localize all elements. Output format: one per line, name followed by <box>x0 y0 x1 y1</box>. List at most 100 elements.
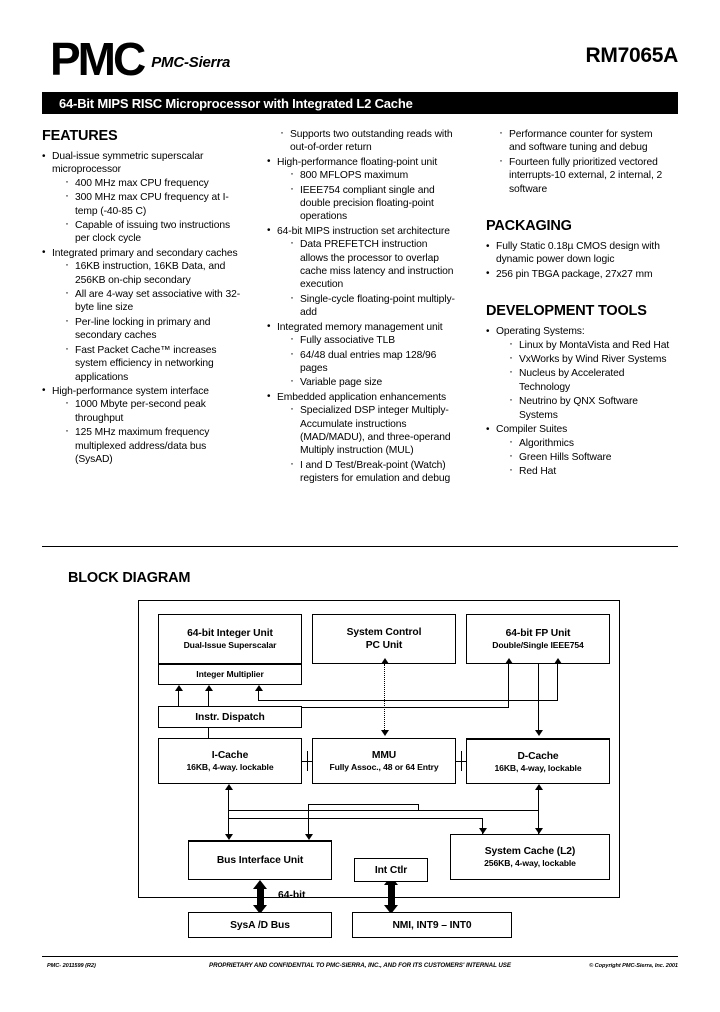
devtool-sublist: Linux by MontaVista and Red Hat VxWorks … <box>496 337 671 422</box>
block-title: 64-bit Integer Unit <box>187 628 273 639</box>
footer-divider <box>42 956 678 957</box>
block-title: I-Cache <box>211 750 249 761</box>
arrow-up-icon <box>553 658 562 664</box>
block-d-cache: D-Cache 16KB, 4-way, lockable <box>466 738 610 784</box>
block-sysad-bus: SysA /D Bus <box>188 912 332 938</box>
feature-text: High-performance floating-point unit <box>277 156 438 168</box>
devtool-subitem: VxWorks by Wind River Systems <box>508 351 671 366</box>
bidirectional-arrow-sysad <box>253 880 267 914</box>
feature-sublist: Fully associative TLB 64/48 dual entries… <box>277 332 458 390</box>
logo-wordmark: PMC <box>50 33 146 85</box>
connector-line <box>208 696 210 706</box>
connector-line <box>418 804 420 810</box>
devtool-subitem: Green Hills Software <box>508 449 671 464</box>
feature-subitem: 300 MHz max CPU frequency at I-temp (-40… <box>64 189 245 218</box>
block-integer-unit: 64-bit Integer Unit Dual-Issue Superscal… <box>158 614 302 664</box>
arrow-up-icon <box>380 658 389 664</box>
arrow-up-icon <box>534 784 543 790</box>
features-orphan-sublist-3: Performance counter for system and softw… <box>486 126 671 196</box>
feature-subitem: Single-cycle floating-point multiply-add <box>289 291 458 320</box>
devtool-text: Compiler Suites <box>496 424 568 436</box>
devtool-subitem: Linux by MontaVista and Red Hat <box>508 337 671 352</box>
feature-text: Embedded application enhancements <box>277 391 447 403</box>
block-subtitle: 16KB, 4-way, lockable <box>494 762 582 773</box>
feature-subitem: Capable of issuing two instructions per … <box>64 217 245 246</box>
connector-line <box>308 804 418 806</box>
features-columns: FEATURES Dual-issue symmetric superscala… <box>42 126 682 487</box>
development-tools-list: Operating Systems: Linux by MontaVista a… <box>486 325 671 478</box>
devtool-subitem: Red Hat <box>508 463 671 478</box>
connector-line <box>508 664 510 708</box>
datasheet-page: PMC PMC-Sierra RM7065A 64-Bit MIPS RISC … <box>0 0 720 1012</box>
feature-item: Embedded application enhancements Specia… <box>267 390 458 486</box>
block-subtitle: Fully Assoc., 48 or 64 Entry <box>329 762 439 772</box>
feature-subitem: 125 MHz maximum frequency multiplexed ad… <box>64 424 245 466</box>
packaging-list: Fully Static 0.18µ CMOS design with dyna… <box>486 240 671 282</box>
feature-subitem: Fast Packet Cache™ increases system effi… <box>64 342 245 384</box>
feature-subitem: All are 4-way set associative with 32-by… <box>64 286 245 315</box>
block-system-control: System Control PC Unit <box>312 614 456 664</box>
features-column-2: Supports two outstanding reads with out-… <box>255 126 468 487</box>
block-title: D-Cache <box>517 750 559 762</box>
feature-sublist: 16KB instruction, 16KB Data, and 256KB o… <box>52 258 245 384</box>
feature-item: 64-bit MIPS instruction set architecture… <box>267 224 458 320</box>
connector-line <box>228 810 538 812</box>
connector-line <box>208 691 210 697</box>
block-title: System Control <box>346 627 422 638</box>
feature-text: High-performance system interface <box>52 385 209 397</box>
block-nmi-int-bus: NMI, INT9 – INT0 <box>352 912 512 938</box>
block-subtitle: 16KB, 4-way. lockable <box>186 762 274 772</box>
connector-line <box>258 691 260 701</box>
arrow-up-icon <box>204 685 213 691</box>
features-column-1: FEATURES Dual-issue symmetric superscala… <box>42 128 255 487</box>
connector-line <box>178 691 180 706</box>
logo-subtext: PMC-Sierra <box>151 54 231 72</box>
block-diagram-heading: BLOCK DIAGRAM <box>68 570 191 586</box>
block-int-ctlr: Int Ctlr <box>354 858 428 882</box>
feature-item: High-performance system interface 1000 M… <box>42 384 245 466</box>
feature-subitem: Variable page size <box>289 374 458 389</box>
feature-subitem: 400 MHz max CPU frequency <box>64 175 245 190</box>
features-column-3: Performance counter for system and softw… <box>468 126 681 487</box>
feature-sublist: 1000 Mbyte per-second peak throughput 12… <box>52 396 245 466</box>
section-divider <box>42 546 678 547</box>
feature-sublist: Specialized DSP integer Multiply-Accumul… <box>277 402 458 486</box>
arrow-up-icon <box>504 658 513 664</box>
block-integer-multiplier: Integer Multiplier <box>158 664 302 685</box>
devtool-subitem: Algorithmics <box>508 434 671 450</box>
feature-subitem: Data PREFETCH instruction allows the pro… <box>289 236 458 292</box>
connector-line <box>538 664 540 730</box>
features-list-2: High-performance floating-point unit 800… <box>267 155 458 486</box>
feature-subitem: 16KB instruction, 16KB Data, and 256KB o… <box>64 258 245 287</box>
feature-subitem: Supports two outstanding reads with out-… <box>279 126 458 155</box>
bus-width-label: 64-bit <box>278 890 306 901</box>
feature-subitem: I and D Test/Break-point (Watch) registe… <box>289 457 458 486</box>
feature-item: Integrated primary and secondary caches … <box>42 246 245 384</box>
devtool-sublist: Algorithmics Green Hills Software Red Ha… <box>496 434 671 479</box>
block-system-cache-l2: System Cache (L2) 256KB, 4-way, lockable <box>450 834 610 880</box>
feature-text: Dual-issue symmetric superscalar micropr… <box>52 151 204 176</box>
feature-subitem: Fully associative TLB <box>289 332 458 347</box>
block-i-cache: I-Cache 16KB, 4-way. lockable <box>158 738 302 784</box>
feature-subitem: 800 MFLOPS maximum <box>289 167 458 182</box>
development-tools-heading: DEVELOPMENT TOOLS <box>486 303 647 320</box>
block-title: MMU <box>371 750 397 761</box>
document-title: 64-Bit MIPS RISC Microprocessor with Int… <box>59 95 413 111</box>
block-mmu: MMU Fully Assoc., 48 or 64 Entry <box>312 738 456 784</box>
arrow-down-icon <box>380 730 389 736</box>
block-title: Integer Multiplier <box>196 669 264 679</box>
arrow-down-icon <box>534 828 543 834</box>
bidirectional-arrow-interrupts <box>384 876 398 914</box>
connector-line <box>208 728 210 738</box>
features-orphan-sublist-2: Supports two outstanding reads with out-… <box>267 126 458 155</box>
connector-line <box>557 664 559 701</box>
connector-line <box>228 818 482 820</box>
feature-subitem: 1000 Mbyte per-second peak throughput <box>64 396 245 425</box>
feature-subitem: 64/48 dual entries map 128/96 pages <box>289 347 458 376</box>
footer-copyright: © Copyright PMC-Sierra, Inc. 2001 <box>589 963 678 969</box>
block-title: Int Ctlr <box>374 864 408 876</box>
connector-line <box>258 700 558 702</box>
feature-subitem: Specialized DSP integer Multiply-Accumul… <box>289 402 458 458</box>
connector-line <box>307 751 309 771</box>
feature-text: Integrated memory management unit <box>277 321 443 333</box>
